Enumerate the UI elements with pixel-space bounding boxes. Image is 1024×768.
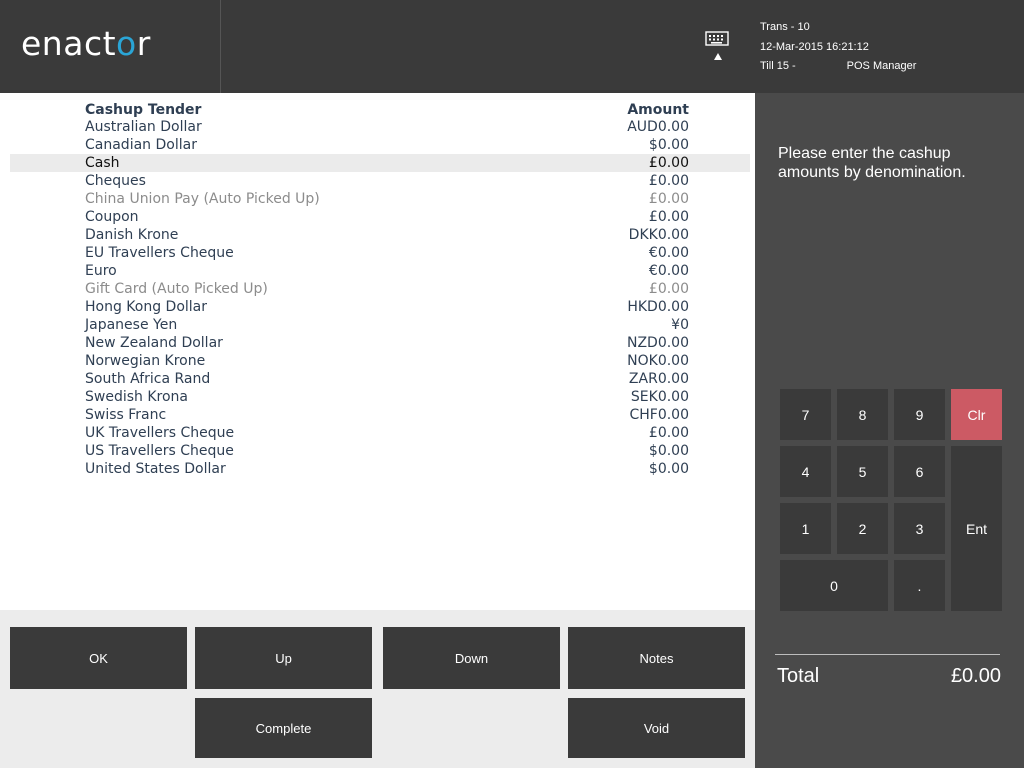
tender-name: New Zealand Dollar xyxy=(85,335,223,351)
tender-name: Danish Krone xyxy=(85,227,179,243)
keypad-1[interactable]: 1 xyxy=(780,503,831,554)
tender-row-disabled: Gift Card (Auto Picked Up) £0.00 xyxy=(10,280,750,298)
complete-button[interactable]: Complete xyxy=(195,698,372,758)
tender-row[interactable]: South Africa Rand ZAR0.00 xyxy=(10,370,750,388)
ok-button[interactable]: OK xyxy=(10,627,187,689)
tender-name: Coupon xyxy=(85,209,139,225)
column-header-amount: Amount xyxy=(627,102,689,118)
tender-row[interactable]: Cheques £0.00 xyxy=(10,172,750,190)
keypad-3[interactable]: 3 xyxy=(894,503,945,554)
up-button[interactable]: Up xyxy=(195,627,372,689)
keypad-clear-button[interactable]: Clr xyxy=(951,389,1002,440)
tender-name: Cheques xyxy=(85,173,146,189)
column-header-tender: Cashup Tender xyxy=(85,102,202,118)
tender-row[interactable]: Swiss Franc CHF0.00 xyxy=(10,406,750,424)
keypad-9[interactable]: 9 xyxy=(894,389,945,440)
tender-name: US Travellers Cheque xyxy=(85,443,234,459)
tender-row[interactable]: EU Travellers Cheque €0.00 xyxy=(10,244,750,262)
keyboard-icon[interactable] xyxy=(704,30,732,64)
keypad-4[interactable]: 4 xyxy=(780,446,831,497)
tender-row[interactable]: Hong Kong Dollar HKD0.00 xyxy=(10,298,750,316)
tender-row[interactable]: New Zealand Dollar NZD0.00 xyxy=(10,334,750,352)
tender-amount: ZAR0.00 xyxy=(628,371,689,387)
tender-amount: AUD0.00 xyxy=(627,119,689,135)
tender-row[interactable]: UK Travellers Cheque £0.00 xyxy=(10,424,750,442)
keypad-5[interactable]: 5 xyxy=(837,446,888,497)
tender-amount: $0.00 xyxy=(648,137,689,153)
keypad-0[interactable]: 0 xyxy=(780,560,888,611)
tender-amount: £0.00 xyxy=(648,425,689,441)
tender-amount: €0.00 xyxy=(648,245,689,261)
keypad-decimal[interactable]: . xyxy=(894,560,945,611)
tender-row[interactable]: Euro €0.00 xyxy=(10,262,750,280)
tender-amount: DKK0.00 xyxy=(628,227,689,243)
transaction-info: Trans - 10 12-Mar-2015 16:21:12 Till 15 … xyxy=(760,19,916,78)
tender-row[interactable]: US Travellers Cheque $0.00 xyxy=(10,442,750,460)
keypad-panel: Please enter the cashup amounts by denom… xyxy=(755,93,1024,768)
tender-amount: $0.00 xyxy=(648,443,689,459)
keypad-6[interactable]: 6 xyxy=(894,446,945,497)
tender-name: EU Travellers Cheque xyxy=(85,245,234,261)
keypad-enter-button[interactable]: Ent xyxy=(951,446,1002,611)
notes-button[interactable]: Notes xyxy=(568,627,745,689)
tender-name: China Union Pay (Auto Picked Up) xyxy=(85,191,320,207)
tender-amount: SEK0.00 xyxy=(630,389,689,405)
enactor-logo: enactor xyxy=(21,24,151,63)
transaction-datetime: 12-Mar-2015 16:21:12 xyxy=(760,40,869,53)
tender-name: Australian Dollar xyxy=(85,119,202,135)
tender-amount: NOK0.00 xyxy=(627,353,689,369)
tender-amount: £0.00 xyxy=(648,281,689,297)
tender-name: Hong Kong Dollar xyxy=(85,299,208,315)
till-number: Till 15 - xyxy=(760,60,796,72)
tender-row[interactable]: Canadian Dollar $0.00 xyxy=(10,136,750,154)
tender-amount: ¥0 xyxy=(671,317,689,333)
keypad-7[interactable]: 7 xyxy=(780,389,831,440)
down-button[interactable]: Down xyxy=(383,627,560,689)
logo-area: enactor xyxy=(0,0,221,93)
tender-amount: £0.00 xyxy=(648,191,689,207)
keypad-8[interactable]: 8 xyxy=(837,389,888,440)
tender-amount: CHF0.00 xyxy=(629,407,689,423)
header-bar: enactor Trans - 10 12-Mar-2015 16:21:12 … xyxy=(0,0,1024,93)
tender-row-selected[interactable]: Cash £0.00 xyxy=(10,154,750,172)
tender-row[interactable]: Norwegian Krone NOK0.00 xyxy=(10,352,750,370)
tender-row[interactable]: Danish Krone DKK0.00 xyxy=(10,226,750,244)
tender-amount: €0.00 xyxy=(648,263,689,279)
tender-rows: Australian Dollar AUD0.00 Canadian Dollar… xyxy=(0,118,755,478)
tender-amount: £0.00 xyxy=(648,155,689,171)
tender-name: Swiss Franc xyxy=(85,407,167,423)
tender-row[interactable]: Australian Dollar AUD0.00 xyxy=(10,118,750,136)
prompt-message: Please enter the cashup amounts by denom… xyxy=(778,145,966,181)
transaction-number: Trans - 10 xyxy=(760,21,810,33)
total-label: Total xyxy=(777,665,820,687)
tender-row[interactable]: Swedish Krona SEK0.00 xyxy=(10,388,750,406)
till-info: Till 15 - POS Manager xyxy=(760,58,916,78)
total-value: £0.00 xyxy=(950,665,1001,687)
tender-amount: HKD0.00 xyxy=(627,299,689,315)
tender-name: Euro xyxy=(85,263,117,279)
void-button[interactable]: Void xyxy=(568,698,745,758)
operator-role: POS Manager xyxy=(846,60,917,72)
tender-row[interactable]: Coupon £0.00 xyxy=(10,208,750,226)
tender-amount: £0.00 xyxy=(648,209,689,225)
tender-name: Norwegian Krone xyxy=(85,353,206,369)
tender-name: Cash xyxy=(85,155,120,171)
tender-row-disabled: China Union Pay (Auto Picked Up) £0.00 xyxy=(10,190,750,208)
total-divider xyxy=(775,654,1000,655)
keypad-2[interactable]: 2 xyxy=(837,503,888,554)
tender-row[interactable]: United States Dollar $0.00 xyxy=(10,460,750,478)
tender-name: Canadian Dollar xyxy=(85,137,197,153)
tender-amount: £0.00 xyxy=(648,173,689,189)
tender-amount: $0.00 xyxy=(648,461,689,477)
tender-name: UK Travellers Cheque xyxy=(85,425,235,441)
tender-name: South Africa Rand xyxy=(85,371,211,387)
tender-amount: NZD0.00 xyxy=(626,335,689,351)
tender-row[interactable]: Japanese Yen ¥0 xyxy=(10,316,750,334)
tender-name: Swedish Krona xyxy=(85,389,188,405)
tender-name: United States Dollar xyxy=(85,461,226,477)
tender-name: Japanese Yen xyxy=(85,317,178,333)
tender-name: Gift Card (Auto Picked Up) xyxy=(85,281,268,297)
cashup-tender-list: Cashup Tender Amount Australian Dollar AU… xyxy=(0,93,755,610)
